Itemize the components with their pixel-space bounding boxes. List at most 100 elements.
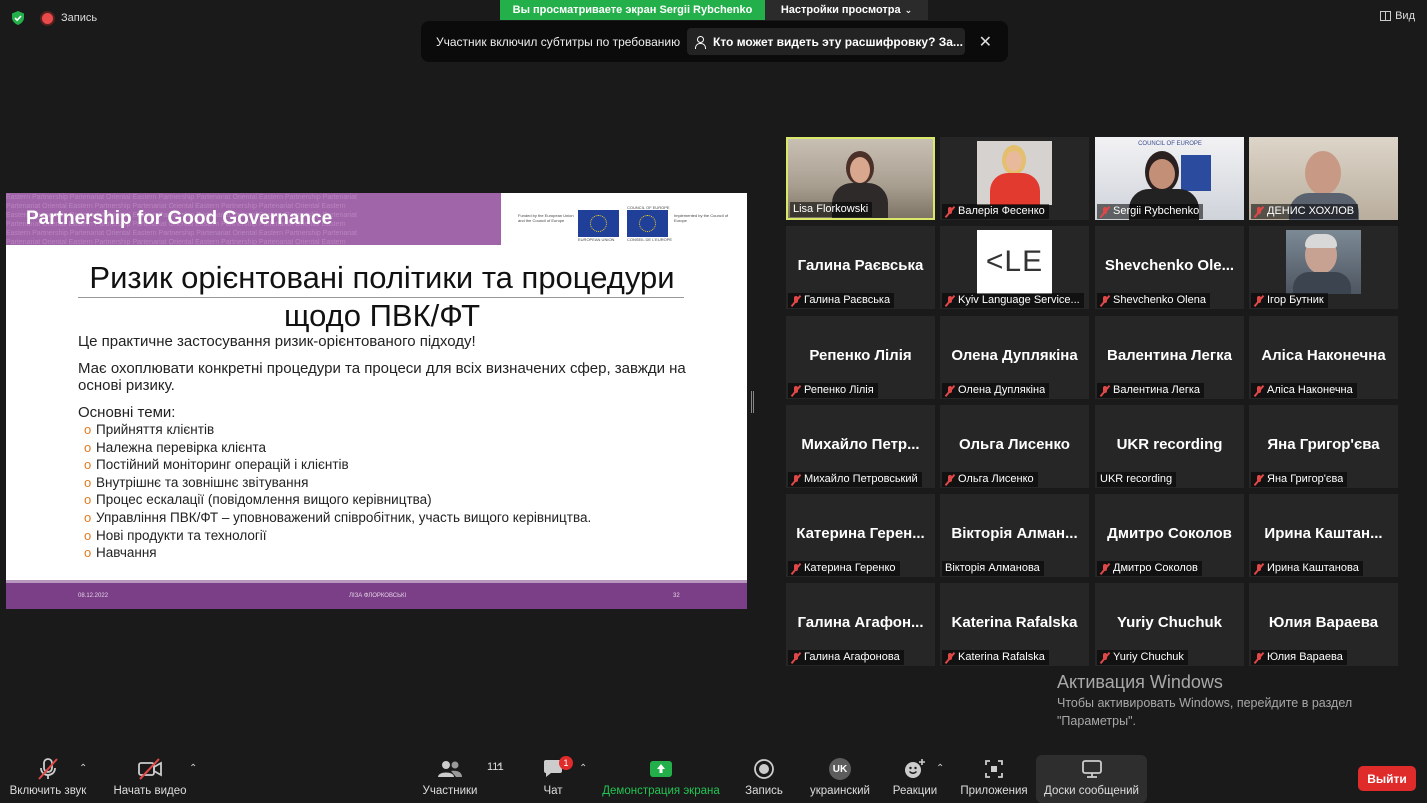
- video-options-chevron-icon[interactable]: ⌃: [189, 763, 197, 774]
- participant-tile[interactable]: <LE Kyiv Language Service...: [940, 226, 1089, 309]
- reactions-label: Реакции: [892, 785, 938, 797]
- participant-tile[interactable]: Валерія Фесенко: [940, 137, 1089, 220]
- windows-activation-watermark: Активация Windows Чтобы активировать Win…: [1057, 671, 1387, 730]
- participant-tile[interactable]: Галина Агафон... Галина Агафонова: [786, 583, 935, 666]
- microphone-muted-icon: [791, 563, 801, 575]
- shield-icon[interactable]: [11, 11, 25, 25]
- participant-name-label: ДЕНИС ХОХЛОВ: [1251, 204, 1359, 219]
- view-button-label: Вид: [1395, 10, 1415, 22]
- activation-title: Активация Windows: [1057, 672, 1223, 692]
- chat-unread-badge: 1: [559, 756, 573, 770]
- record-icon: [753, 755, 775, 783]
- participant-name-label: Аліса Наконечна: [1251, 383, 1357, 398]
- participant-tile[interactable]: Юлия Вараева Юлия Вараева: [1249, 583, 1398, 666]
- language-label: украинский: [810, 785, 870, 797]
- participant-tile[interactable]: Ольга Лисенко Ольга Лисенко: [940, 405, 1089, 488]
- recording-icon: [42, 13, 53, 24]
- who-can-see-transcript-button[interactable]: Кто может видеть эту расшифровку? За...: [687, 28, 965, 55]
- participant-display-name: Репенко Лілія: [809, 347, 912, 364]
- chat-options-chevron-icon[interactable]: ⌃: [579, 763, 587, 774]
- start-video-button[interactable]: Начать видео: [110, 755, 190, 803]
- participants-button[interactable]: 111 Участники: [416, 755, 504, 803]
- participant-name-label: Валентина Легка: [1097, 383, 1205, 398]
- language-globe-icon: UK: [829, 755, 851, 783]
- participant-tile[interactable]: COUNCIL OF EUROPE Sergii Rybchenko: [1095, 137, 1244, 220]
- participant-name-label: Галина Агафонова: [788, 650, 904, 665]
- participant-tile[interactable]: Ігор Бутник: [1249, 226, 1398, 309]
- participant-tile[interactable]: Вікторія Алман... Вікторія Алманова: [940, 494, 1089, 577]
- participant-name-text: Катерина Геренко: [804, 562, 896, 574]
- reactions-smiley-icon: [903, 755, 927, 783]
- microphone-muted-icon: [37, 755, 59, 783]
- participant-tile[interactable]: Катерина Герен... Катерина Геренко: [786, 494, 935, 577]
- participant-display-name: Аліса Наконечна: [1261, 347, 1386, 364]
- participant-tile[interactable]: Аліса Наконечна Аліса Наконечна: [1249, 316, 1398, 399]
- participant-tile[interactable]: UKR recording UKR recording: [1095, 405, 1244, 488]
- participant-tile[interactable]: Shevchenko Ole... Shevchenko Olena: [1095, 226, 1244, 309]
- participant-display-name: Юлия Вараева: [1268, 614, 1379, 631]
- audio-options-chevron-icon[interactable]: ⌃: [79, 763, 87, 774]
- participant-name-text: Ирина Каштанова: [1267, 562, 1359, 574]
- microphone-muted-icon: [945, 474, 955, 486]
- participant-name-label: Ольга Лисенко: [942, 472, 1038, 487]
- microphone-muted-icon: [791, 385, 801, 397]
- participant-display-name: Yuriy Chuchuk: [1116, 614, 1223, 631]
- microphone-muted-icon: [945, 295, 955, 307]
- slide-body: Це практичне застосування ризик-орієнтов…: [78, 333, 698, 562]
- unmute-button[interactable]: Включить звук: [8, 755, 88, 803]
- participant-tile[interactable]: Михайло Петр... Михайло Петровський: [786, 405, 935, 488]
- caption-notice: Участник включил субтитры по требованию …: [421, 21, 1008, 62]
- participant-name-label: Sergii Rybchenko: [1097, 204, 1204, 219]
- participant-name-label: UKR recording: [1097, 472, 1177, 487]
- slide-footer-date: 08.12.2022: [78, 593, 109, 599]
- reactions-options-chevron-icon[interactable]: ⌃: [936, 763, 944, 774]
- view-settings-button[interactable]: Настройки просмотра ⌄: [765, 0, 928, 20]
- participant-tile[interactable]: Yuriy Chuchuk Yuriy Chuchuk: [1095, 583, 1244, 666]
- participant-display-name: Катерина Герен...: [796, 525, 925, 542]
- participant-tile[interactable]: Валентина Легка Валентина Легка: [1095, 316, 1244, 399]
- share-screen-icon: [649, 755, 673, 783]
- view-button[interactable]: Вид: [1380, 10, 1415, 22]
- recording-label: Запись: [61, 12, 98, 24]
- participant-name-label: Дмитро Соколов: [1097, 561, 1202, 576]
- participant-name-text: Ігор Бутник: [1267, 294, 1324, 306]
- participant-name-text: Валентина Легка: [1113, 384, 1201, 396]
- slide-topics-label: Основні теми:: [78, 404, 176, 421]
- participant-tile[interactable]: Дмитро Соколов Дмитро Соколов: [1095, 494, 1244, 577]
- funding-logos: Funded by the European Union and the Cou…: [518, 205, 730, 242]
- participant-tile[interactable]: Katerina Rafalska Katerina Rafalska: [940, 583, 1089, 666]
- participant-tile[interactable]: Репенко Лілія Репенко Лілія: [786, 316, 935, 399]
- participants-options-chevron-icon[interactable]: ⌃: [495, 763, 503, 774]
- participant-tile[interactable]: ДЕНИС ХОХЛОВ: [1249, 137, 1398, 220]
- video-off-icon: [137, 755, 163, 783]
- participant-tile[interactable]: Галина Раєвська Галина Раєвська: [786, 226, 935, 309]
- language-interpretation-button[interactable]: UK украинский: [804, 755, 876, 803]
- share-screen-button[interactable]: Демонстрация экрана: [600, 755, 722, 803]
- whiteboards-label: Доски сообщений: [1044, 785, 1139, 797]
- participant-name-label: Вікторія Алманова: [942, 561, 1044, 576]
- list-item: Нові продукти та технології: [78, 527, 698, 545]
- participant-tile[interactable]: Яна Григор'єва Яна Григор'єва: [1249, 405, 1398, 488]
- participant-tile[interactable]: Ирина Каштан... Ирина Каштанова: [1249, 494, 1398, 577]
- resize-splitter-handle[interactable]: [751, 391, 754, 413]
- apps-button[interactable]: Приложения: [958, 755, 1030, 803]
- whiteboard-icon: [1081, 755, 1103, 783]
- close-icon[interactable]: ✕: [979, 32, 992, 52]
- chat-button[interactable]: 1 Чат: [532, 755, 574, 803]
- whiteboards-button[interactable]: Доски сообщений: [1036, 755, 1147, 803]
- slide-footer: 08.12.2022 ЛІЗА ФЛОРКОВСЬКІ 32: [6, 580, 747, 609]
- participant-tile[interactable]: Олена Дуплякіна Олена Дуплякіна: [940, 316, 1089, 399]
- record-button[interactable]: Запись: [741, 755, 787, 803]
- participant-display-name: Ирина Каштан...: [1264, 525, 1383, 542]
- participant-name-label: Яна Григор'єва: [1251, 472, 1348, 487]
- participants-label: Участники: [422, 785, 478, 797]
- leave-meeting-button[interactable]: Выйти: [1358, 766, 1416, 791]
- participant-display-name: Вікторія Алман...: [951, 525, 1078, 542]
- participant-name-text: Олена Дуплякіна: [958, 384, 1046, 396]
- reactions-button[interactable]: Реакции: [890, 755, 940, 803]
- slide-header-title: Partnership for Good Governance: [26, 208, 333, 229]
- participant-name-label: Катерина Геренко: [788, 561, 900, 576]
- participant-name-label: Галина Раєвська: [788, 293, 895, 308]
- participant-tile[interactable]: Lisa Florkowski: [786, 137, 935, 220]
- participant-display-name: Галина Раєвська: [797, 257, 924, 274]
